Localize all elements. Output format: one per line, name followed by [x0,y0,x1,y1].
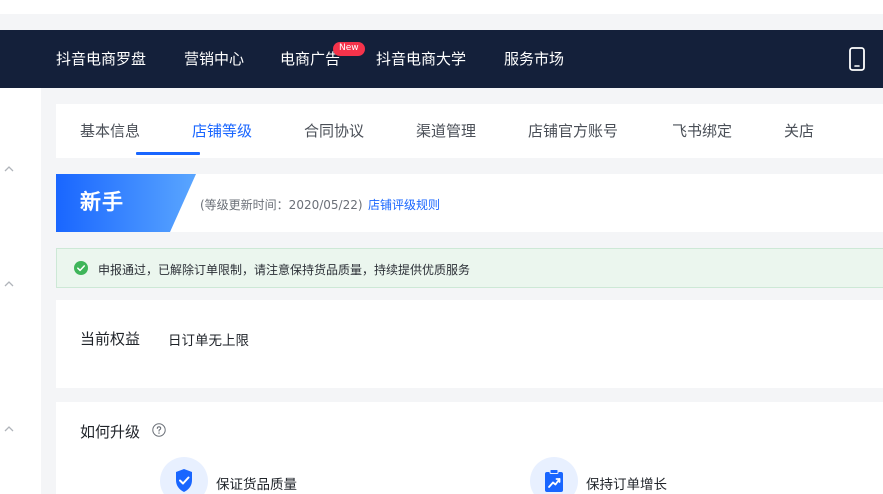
notice-text: 申报通过，已解除订单限制，请注意保持货品质量，持续提供优质服务 [98,263,471,277]
level-name: 新手 [80,190,124,214]
upgrade-title: 如何升级 [80,423,141,441]
quality-item-icon-wrap [160,457,208,494]
help-icon[interactable] [152,423,166,437]
tab-official-account[interactable]: 店铺官方账号 [528,104,618,158]
level-card: 新手 (等级更新时间：2020/05/22) 店铺评级规则 [56,174,883,232]
upgrade-item-growth: 保持订单增长 [586,477,667,493]
check-circle-icon [74,261,88,275]
top-navbar: 抖音电商罗盘 营销中心 电商广告 New 抖音电商大学 服务市场 [0,30,883,88]
left-sidebar [0,88,41,494]
upgrade-card: 如何升级 保证货品质量 保持订单增长 [56,402,883,494]
mobile-phone-icon[interactable] [848,47,866,71]
active-tab-indicator [136,152,200,155]
nav-item-marketing[interactable]: 营销中心 [184,30,244,88]
tab-bar: 基本信息 店铺等级 合同协议 渠道管理 店铺官方账号 飞书绑定 关店 [56,104,883,158]
nav-item-service-market[interactable]: 服务市场 [504,30,564,88]
nav-item-ads[interactable]: 电商广告 [280,30,340,88]
rights-label: 当前权益 [80,330,141,348]
tab-contract[interactable]: 合同协议 [304,104,364,158]
new-badge: New [333,42,365,56]
chevron-up-icon[interactable] [3,280,15,288]
tab-feishu[interactable]: 飞书绑定 [672,104,732,158]
rights-value: 日订单无上限 [168,333,249,349]
growth-item-icon-wrap [530,457,578,494]
browser-top-strip [0,0,883,30]
level-update-time: (等级更新时间：2020/05/22) [200,198,363,212]
tab-basic-info[interactable]: 基本信息 [80,104,140,158]
chevron-up-icon[interactable] [3,425,15,433]
tab-shop-level[interactable]: 店铺等级 [192,104,252,158]
nav-item-compass[interactable]: 抖音电商罗盘 [56,30,146,88]
tab-close-shop[interactable]: 关店 [784,104,814,158]
trend-up-icon [545,469,563,492]
success-notice: 申报通过，已解除订单限制，请注意保持货品质量，持续提供优质服务 [56,248,883,288]
tab-channel[interactable]: 渠道管理 [416,104,476,158]
shield-check-icon [176,469,192,492]
upgrade-item-quality: 保证货品质量 [216,477,297,493]
current-rights-card: 当前权益 日订单无上限 [56,300,883,388]
chevron-up-icon[interactable] [3,165,15,173]
nav-item-university[interactable]: 抖音电商大学 [376,30,466,88]
level-rule-link[interactable]: 店铺评级规则 [368,196,440,213]
level-badge [56,174,196,232]
